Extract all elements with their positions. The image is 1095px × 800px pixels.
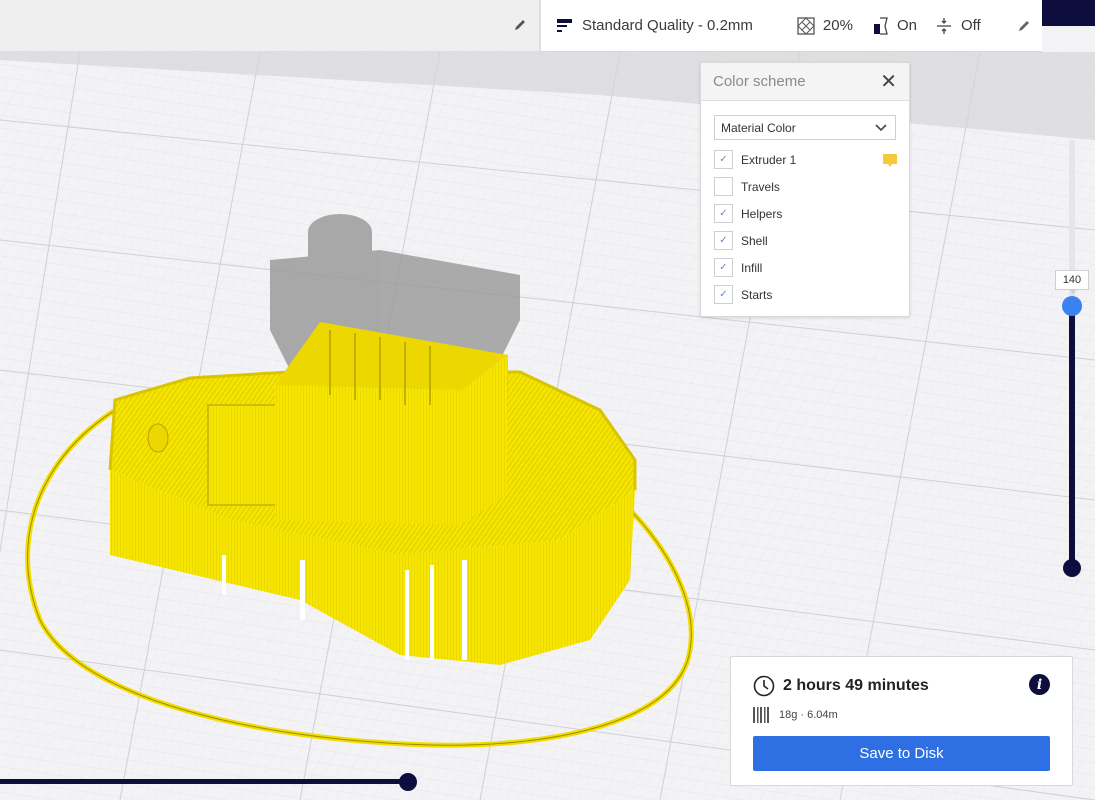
- checkbox[interactable]: ✓: [714, 285, 733, 304]
- material-usage: 18g · 6.04m: [753, 706, 838, 724]
- option-label: Extruder 1: [741, 152, 797, 167]
- checkbox[interactable]: ✓: [714, 150, 733, 169]
- color-scheme-option-travels[interactable]: Travels: [701, 173, 909, 200]
- layer-slider[interactable]: [1062, 140, 1082, 580]
- checkbox[interactable]: ✓: [714, 258, 733, 277]
- color-scheme-header: Color scheme ✕: [701, 63, 909, 101]
- checkbox[interactable]: ✓: [714, 204, 733, 223]
- color-scheme-dropdown[interactable]: Material Color: [714, 115, 896, 140]
- print-settings-bar[interactable]: Standard Quality - 0.2mm 20% On Off: [540, 0, 1042, 52]
- stage-header: [0, 0, 540, 52]
- color-scheme-title: Color scheme: [713, 73, 806, 90]
- profile-bars-icon: [556, 17, 574, 35]
- header-corner: [1042, 0, 1095, 26]
- close-icon[interactable]: ✕: [880, 72, 897, 92]
- path-slider-handle[interactable]: [399, 773, 417, 791]
- print-time: 2 hours 49 minutes: [753, 675, 929, 697]
- print-time-text: 2 hours 49 minutes: [783, 677, 929, 694]
- checkbox[interactable]: [714, 177, 733, 196]
- color-scheme-option-starts[interactable]: ✓ Starts: [701, 281, 909, 308]
- layer-slider-lower-handle[interactable]: [1063, 559, 1081, 577]
- color-scheme-option-helpers[interactable]: ✓ Helpers: [701, 200, 909, 227]
- profile-label: Standard Quality - 0.2mm: [582, 17, 753, 34]
- filament-spool-icon: [753, 707, 769, 723]
- print-output-panel: 2 hours 49 minutes i 18g · 6.04m Save to…: [730, 656, 1073, 786]
- support-icon: [871, 16, 889, 35]
- print-profile[interactable]: Standard Quality - 0.2mm: [556, 17, 753, 35]
- option-label: Shell: [741, 233, 768, 248]
- option-label: Travels: [741, 179, 780, 194]
- checkbox[interactable]: ✓: [714, 231, 733, 250]
- adhesion-setting[interactable]: Off: [935, 17, 981, 35]
- cabin-small: [207, 404, 281, 506]
- path-slider-track[interactable]: [0, 779, 408, 784]
- color-scheme-option-shell[interactable]: ✓ Shell: [701, 227, 909, 254]
- chevron-down-icon: [875, 123, 887, 131]
- funnel: [147, 423, 169, 453]
- layer-number-input[interactable]: 140: [1055, 270, 1089, 294]
- support-value: On: [896, 17, 917, 34]
- pencil-icon[interactable]: [1017, 19, 1031, 33]
- color-scheme-option-extruder-1[interactable]: ✓ Extruder 1: [701, 146, 909, 173]
- option-label: Helpers: [741, 206, 783, 221]
- color-scheme-panel: Color scheme ✕ Material Color ✓ Extruder …: [700, 62, 910, 317]
- material-color-swatch: [883, 154, 897, 167]
- infill-pattern-icon: [797, 16, 815, 35]
- layer-slider-range[interactable]: [1069, 306, 1075, 568]
- adhesion-value: Off: [960, 17, 981, 34]
- infill-setting[interactable]: 20%: [797, 16, 853, 35]
- pencil-icon[interactable]: [513, 18, 527, 32]
- path-slider[interactable]: [0, 772, 420, 792]
- save-to-disk-button[interactable]: Save to Disk: [753, 736, 1050, 771]
- cabin-main-front: [275, 385, 462, 525]
- clock-icon: [753, 675, 775, 697]
- adhesion-icon: [935, 17, 953, 35]
- support-setting[interactable]: On: [871, 16, 917, 35]
- layer-slider-upper-handle[interactable]: [1062, 296, 1082, 316]
- option-label: Infill: [741, 260, 763, 275]
- info-icon[interactable]: i: [1029, 674, 1050, 695]
- option-label: Starts: [741, 287, 773, 302]
- infill-value: 20%: [822, 17, 853, 34]
- material-usage-text: 18g · 6.04m: [779, 709, 838, 721]
- color-scheme-option-infill[interactable]: ✓ Infill: [701, 254, 909, 281]
- color-scheme-selected: Material Color: [721, 120, 796, 135]
